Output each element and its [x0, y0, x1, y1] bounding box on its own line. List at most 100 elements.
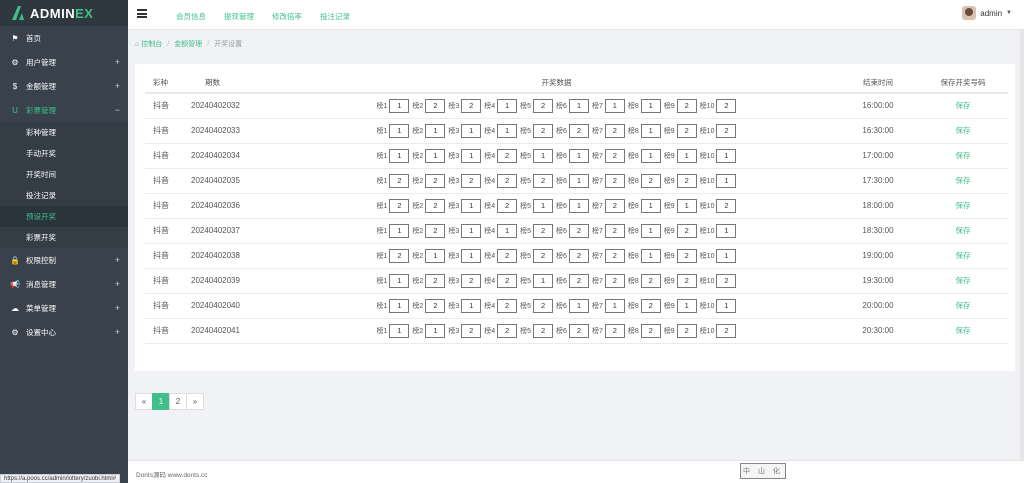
hamburger-icon[interactable]	[137, 9, 147, 18]
draw-value-input[interactable]	[716, 223, 737, 238]
draw-value-input[interactable]	[676, 273, 697, 288]
draw-value-input[interactable]	[497, 298, 518, 313]
draw-value-input[interactable]	[676, 98, 697, 113]
draw-value-input[interactable]	[716, 298, 737, 313]
draw-value-input[interactable]	[425, 248, 446, 263]
draw-value-input[interactable]	[604, 248, 625, 263]
draw-value-input[interactable]	[425, 223, 446, 238]
draw-value-input[interactable]	[461, 273, 482, 288]
draw-value-input[interactable]	[676, 323, 697, 338]
draw-value-input[interactable]	[497, 173, 518, 188]
draw-value-input[interactable]	[568, 223, 589, 238]
draw-value-input[interactable]	[389, 323, 410, 338]
draw-value-input[interactable]	[389, 248, 410, 263]
draw-value-input[interactable]	[533, 273, 554, 288]
draw-value-input[interactable]	[533, 148, 554, 163]
draw-value-input[interactable]	[497, 223, 518, 238]
draw-value-input[interactable]	[640, 323, 661, 338]
draw-value-input[interactable]	[461, 148, 482, 163]
save-button[interactable]: 保存	[956, 176, 971, 185]
draw-value-input[interactable]	[604, 223, 625, 238]
draw-value-input[interactable]	[676, 173, 697, 188]
brand[interactable]: ADMINEX	[0, 0, 128, 26]
submenu-item[interactable]: 手动开奖	[0, 143, 128, 164]
draw-value-input[interactable]	[425, 298, 446, 313]
draw-value-input[interactable]	[533, 173, 554, 188]
save-button[interactable]: 保存	[956, 101, 971, 110]
save-button[interactable]: 保存	[956, 226, 971, 235]
draw-value-input[interactable]	[533, 123, 554, 138]
draw-value-input[interactable]	[425, 148, 446, 163]
draw-value-input[interactable]	[389, 273, 410, 288]
draw-value-input[interactable]	[568, 148, 589, 163]
draw-value-input[interactable]	[497, 148, 518, 163]
draw-value-input[interactable]	[533, 198, 554, 213]
save-button[interactable]: 保存	[956, 201, 971, 210]
draw-value-input[interactable]	[716, 248, 737, 263]
submenu-item[interactable]: 预设开奖	[0, 206, 128, 227]
draw-value-input[interactable]	[604, 323, 625, 338]
sidebar-item-after-2[interactable]: ☁ 菜单管理 +	[0, 296, 128, 320]
draw-value-input[interactable]	[425, 123, 446, 138]
top-nav-link[interactable]: 修改倍率	[272, 11, 302, 22]
draw-value-input[interactable]	[461, 98, 482, 113]
breadcrumb-section[interactable]: 金额管理	[174, 39, 202, 49]
next-page-button[interactable]: »	[186, 393, 204, 410]
draw-value-input[interactable]	[640, 173, 661, 188]
draw-value-input[interactable]	[568, 123, 589, 138]
sidebar-item-after-1[interactable]: 📢 消息管理 +	[0, 272, 128, 296]
draw-value-input[interactable]	[676, 148, 697, 163]
draw-value-input[interactable]	[389, 173, 410, 188]
draw-value-input[interactable]	[640, 248, 661, 263]
draw-value-input[interactable]	[461, 298, 482, 313]
top-nav-link[interactable]: 提现管理	[224, 11, 254, 22]
draw-value-input[interactable]	[389, 298, 410, 313]
draw-value-input[interactable]	[425, 273, 446, 288]
save-button[interactable]: 保存	[956, 326, 971, 335]
draw-value-input[interactable]	[461, 123, 482, 138]
draw-value-input[interactable]	[425, 323, 446, 338]
draw-value-input[interactable]	[568, 98, 589, 113]
prev-page-button[interactable]: «	[135, 393, 153, 410]
save-button[interactable]: 保存	[956, 251, 971, 260]
draw-value-input[interactable]	[568, 298, 589, 313]
draw-value-input[interactable]	[604, 123, 625, 138]
draw-value-input[interactable]	[716, 98, 737, 113]
submenu-item[interactable]: 投注记录	[0, 185, 128, 206]
draw-value-input[interactable]	[533, 248, 554, 263]
draw-value-input[interactable]	[497, 198, 518, 213]
draw-value-input[interactable]	[640, 298, 661, 313]
draw-value-input[interactable]	[389, 98, 410, 113]
top-nav-link[interactable]: 投注记录	[320, 11, 350, 22]
draw-value-input[interactable]	[676, 298, 697, 313]
draw-value-input[interactable]	[676, 123, 697, 138]
draw-value-input[interactable]	[640, 123, 661, 138]
draw-value-input[interactable]	[716, 273, 737, 288]
user-menu[interactable]: admin ▼	[962, 6, 1012, 20]
scrollbar[interactable]	[1020, 30, 1024, 460]
draw-value-input[interactable]	[389, 148, 410, 163]
draw-value-input[interactable]	[425, 173, 446, 188]
save-button[interactable]: 保存	[956, 151, 971, 160]
draw-value-input[interactable]	[497, 323, 518, 338]
draw-value-input[interactable]	[604, 298, 625, 313]
draw-value-input[interactable]	[497, 123, 518, 138]
draw-value-input[interactable]	[716, 323, 737, 338]
draw-value-input[interactable]	[497, 273, 518, 288]
draw-value-input[interactable]	[568, 273, 589, 288]
sidebar-item-main-2[interactable]: $ 金额管理 +	[0, 74, 128, 98]
draw-value-input[interactable]	[461, 198, 482, 213]
draw-value-input[interactable]	[604, 173, 625, 188]
sidebar-item-main-3[interactable]: U 彩票管理 −	[0, 98, 128, 122]
draw-value-input[interactable]	[604, 273, 625, 288]
sidebar-item-main-0[interactable]: ⚑ 首页	[0, 26, 128, 50]
draw-value-input[interactable]	[676, 223, 697, 238]
draw-value-input[interactable]	[716, 198, 737, 213]
draw-value-input[interactable]	[568, 323, 589, 338]
draw-value-input[interactable]	[640, 148, 661, 163]
submenu-item[interactable]: 彩种管理	[0, 122, 128, 143]
draw-value-input[interactable]	[461, 223, 482, 238]
page-button[interactable]: 1	[152, 393, 170, 410]
draw-value-input[interactable]	[389, 123, 410, 138]
draw-value-input[interactable]	[604, 148, 625, 163]
